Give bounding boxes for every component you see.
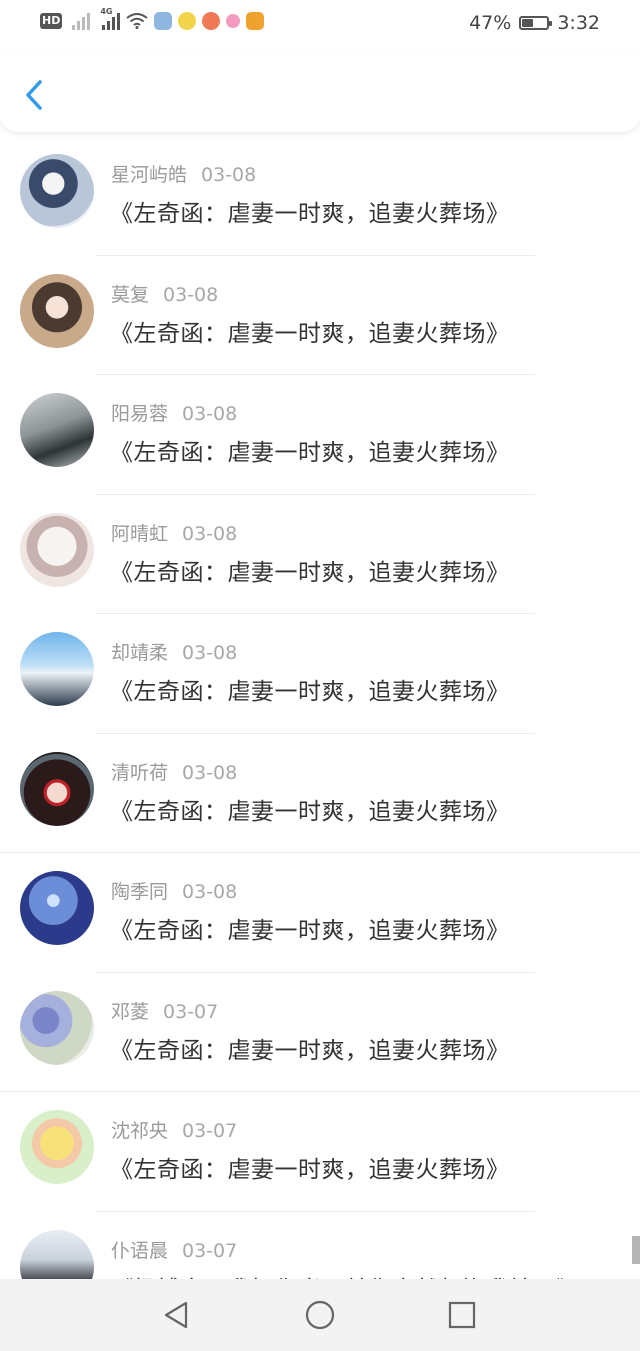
message-text: 《左奇函：虐妻一时爽，追妻火葬场》	[110, 1157, 510, 1183]
scrollbar-thumb[interactable]	[632, 1236, 640, 1264]
item-meta: 陶季同 03-08	[111, 877, 237, 904]
item-date: 03-08	[182, 761, 238, 784]
signal-icon	[72, 12, 91, 30]
user-name[interactable]: 清听荷	[111, 762, 168, 784]
avatar[interactable]	[20, 632, 94, 706]
item-date: 03-07	[163, 1000, 219, 1023]
avatar[interactable]	[20, 1110, 94, 1184]
app-notification-icon	[154, 12, 173, 30]
message-text: 《左奇函：虐妻一时爽，追妻火葬场》	[110, 679, 510, 705]
item-meta: 邓菱 03-07	[111, 997, 218, 1024]
item-date: 03-08	[182, 881, 238, 903]
message-list: 星河屿皓 03-08 《左奇函：虐妻一时爽，追妻火葬场》 莫复 03-08 《左奇函：虐妻…	[0, 136, 640, 1331]
avatar[interactable]	[20, 512, 94, 587]
list-item[interactable]: 星河屿皓 03-08 《左奇函：虐妻一时爽，追妻火葬场》	[0, 136, 640, 256]
square-recents-icon[interactable]	[446, 1299, 478, 1331]
item-date: 03-08	[163, 283, 219, 306]
item-meta: 阿晴虹 03-08	[111, 519, 237, 546]
clock: 3:32	[557, 12, 600, 34]
item-date: 03-08	[182, 522, 238, 545]
app-notification-icon	[226, 14, 241, 28]
item-meta: 清听荷 03-08	[111, 758, 237, 785]
network-type-label: 4G	[100, 7, 113, 16]
battery-icon	[519, 16, 553, 30]
list-item[interactable]: 却靖柔 03-08 《左奇函：虐妻一时爽，追妻火葬场》	[0, 614, 640, 734]
user-name[interactable]: 却靖柔	[111, 642, 168, 664]
user-name[interactable]: 沈祁央	[111, 1120, 168, 1142]
message-text: 《左奇函：虐妻一时爽，追妻火葬场》	[110, 440, 510, 466]
item-meta: 仆语晨 03-07	[111, 1236, 237, 1263]
user-name[interactable]: 邓菱	[111, 1001, 149, 1023]
top-app-bar	[0, 52, 640, 132]
user-name[interactable]: 仆语晨	[111, 1240, 168, 1262]
battery-percent: 47%	[469, 12, 512, 34]
item-meta: 阳易蓉 03-08	[111, 399, 237, 426]
status-icons-right: 47% 3:32	[469, 12, 600, 34]
app-notification-icon	[178, 12, 197, 30]
message-text: 《左奇函：虐妻一时爽，追妻火葬场》	[110, 559, 510, 586]
wifi-icon	[126, 13, 148, 29]
item-meta: 沈祁央 03-07	[111, 1116, 237, 1143]
avatar[interactable]	[20, 751, 94, 826]
user-name[interactable]: 阳易蓉	[111, 403, 168, 425]
avatar[interactable]	[20, 273, 94, 348]
message-text: 《左奇函：虐妻一时爽，追妻火葬场》	[110, 1037, 510, 1064]
list-item[interactable]: 阳易蓉 03-08 《左奇函：虐妻一时爽，追妻火葬场》	[0, 375, 640, 495]
avatar[interactable]	[20, 871, 94, 945]
avatar[interactable]	[20, 154, 94, 228]
list-item[interactable]: 阿晴虹 03-08 《左奇函：虐妻一时爽，追妻火葬场》	[0, 495, 640, 614]
circle-home-icon[interactable]	[304, 1299, 336, 1331]
item-meta: 却靖柔 03-08	[111, 638, 237, 665]
user-name[interactable]: 星河屿皓	[111, 164, 187, 186]
list-item[interactable]: 邓菱 03-07 《左奇函：虐妻一时爽，追妻火葬场》	[0, 973, 640, 1092]
list-item[interactable]: 陶季同 03-08 《左奇函：虐妻一时爽，追妻火葬场》	[0, 853, 640, 973]
item-date: 03-08	[182, 403, 238, 425]
message-text: 《左奇函：虐妻一时爽，追妻火葬场》	[110, 918, 510, 944]
hd-badge: HD	[40, 13, 63, 29]
list-item[interactable]: 莫复 03-08 《左奇函：虐妻一时爽，追妻火葬场》	[0, 256, 640, 375]
weibo-icon	[246, 12, 265, 30]
status-icons-left: HD 4G	[40, 7, 265, 30]
avatar[interactable]	[20, 393, 94, 467]
item-meta: 星河屿皓 03-08	[111, 160, 256, 187]
battery-level	[522, 19, 534, 27]
message-text: 《左奇函：虐妻一时爽，追妻火葬场》	[110, 320, 510, 347]
message-text: 《左奇函：虐妻一时爽，追妻火葬场》	[110, 201, 510, 227]
user-name[interactable]: 陶季同	[111, 881, 168, 903]
item-date: 03-08	[182, 642, 238, 664]
app-notification-icon	[202, 12, 221, 30]
user-name[interactable]: 莫复	[111, 284, 149, 306]
triangle-back-icon[interactable]	[160, 1299, 192, 1331]
item-meta: 莫复 03-08	[111, 280, 218, 307]
item-date: 03-07	[182, 1120, 238, 1142]
user-name[interactable]: 阿晴虹	[111, 523, 168, 545]
system-nav-bar	[0, 1279, 640, 1351]
item-date: 03-08	[201, 164, 257, 186]
item-date: 03-07	[182, 1239, 238, 1262]
message-text: 《左奇函：虐妻一时爽，追妻火葬场》	[110, 798, 510, 825]
status-bar: HD 4G 47% 3:32	[0, 0, 640, 52]
avatar[interactable]	[20, 990, 94, 1065]
chevron-left-icon[interactable]	[18, 76, 52, 114]
list-item[interactable]: 清听荷 03-08 《左奇函：虐妻一时爽，追妻火葬场》	[0, 734, 640, 853]
signal-4g-icon: 4G	[100, 7, 121, 30]
list-item[interactable]: 沈祁央 03-07 《左奇函：虐妻一时爽，追妻火葬场》	[0, 1092, 640, 1212]
